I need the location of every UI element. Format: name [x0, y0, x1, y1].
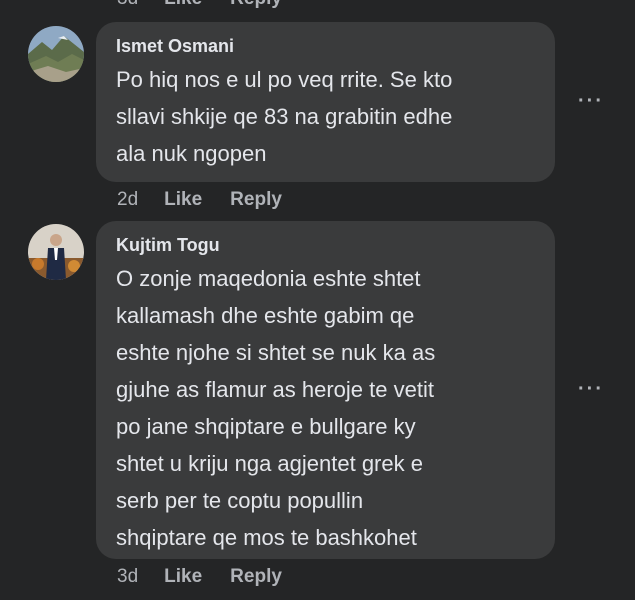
- comment-bubble: Ismet Osmani Po hiq nos e ul po veq rrit…: [96, 22, 555, 182]
- like-button[interactable]: Like: [164, 0, 202, 10]
- comment-time[interactable]: 3d: [117, 0, 138, 10]
- comment-text: Po hiq nos e ul po veq rrite. Se kto sll…: [116, 67, 453, 166]
- comment-author[interactable]: Ismet Osmani: [116, 36, 535, 57]
- comment-time[interactable]: 2d: [117, 189, 138, 211]
- avatar[interactable]: [28, 224, 84, 280]
- comment-time[interactable]: 3d: [117, 566, 138, 588]
- comment-actions: 3d Like Reply: [117, 566, 310, 588]
- like-button[interactable]: Like: [164, 566, 202, 588]
- comment-actions: 2d Like Reply: [117, 189, 310, 211]
- comment-author[interactable]: Kujtim Togu: [116, 235, 535, 256]
- comment-text: O zonje maqedonia eshte shtet kallamash …: [116, 266, 436, 550]
- avatar[interactable]: [28, 26, 84, 82]
- like-button[interactable]: Like: [164, 189, 202, 211]
- reply-button[interactable]: Reply: [230, 0, 282, 10]
- more-options-icon[interactable]: ···: [578, 378, 604, 401]
- previous-comment-actions: 3d Like Reply: [117, 0, 310, 10]
- reply-button[interactable]: Reply: [230, 566, 282, 588]
- comment-bubble: Kujtim Togu O zonje maqedonia eshte shte…: [96, 221, 555, 559]
- reply-button[interactable]: Reply: [230, 189, 282, 211]
- more-options-icon[interactable]: ···: [578, 90, 604, 113]
